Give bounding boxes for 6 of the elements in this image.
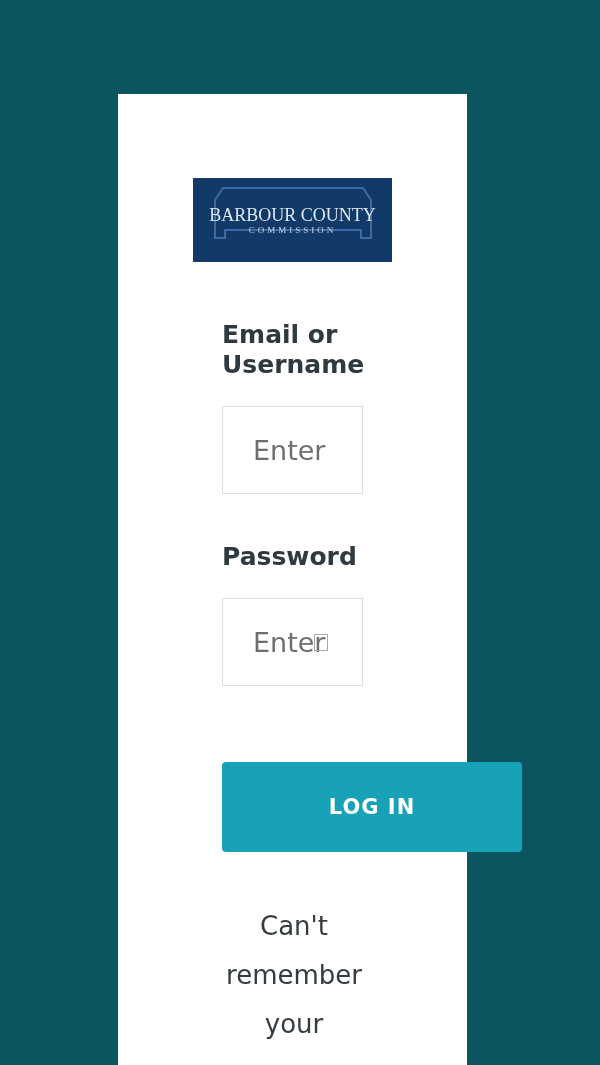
forgot-password-text: Can't remember your	[225, 910, 363, 1041]
logo: BARBOUR COUNTY COMMISSION	[193, 178, 392, 262]
login-button[interactable]: LOG IN	[222, 762, 522, 852]
field-label: Password	[222, 542, 358, 572]
username-field[interactable]: Enter	[222, 406, 363, 494]
field-label: Email or Username	[222, 320, 366, 380]
